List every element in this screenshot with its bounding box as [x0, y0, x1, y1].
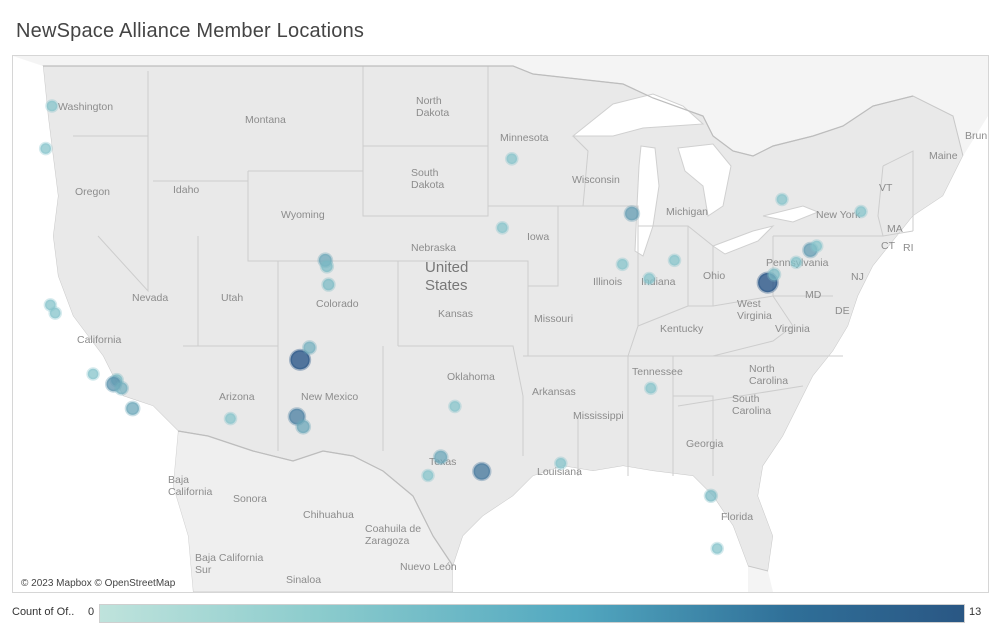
label-kentucky: Kentucky: [660, 323, 704, 335]
location-marker[interactable]: [223, 411, 238, 426]
location-marker[interactable]: [48, 306, 63, 320]
location-marker[interactable]: [124, 400, 141, 417]
label-virginia: Virginia: [775, 323, 810, 335]
label-georgia: Georgia: [686, 438, 724, 450]
label-wyoming: Wyoming: [281, 209, 325, 221]
label-utah: Utah: [221, 292, 243, 304]
location-marker[interactable]: [505, 152, 519, 166]
label-idaho: Idaho: [173, 184, 199, 196]
location-marker[interactable]: [495, 221, 510, 235]
location-marker[interactable]: [766, 267, 782, 282]
location-marker[interactable]: [554, 456, 568, 471]
location-marker[interactable]: [775, 192, 789, 207]
label-oklahoma: Oklahoma: [447, 371, 495, 383]
label-ct: CT: [881, 240, 896, 252]
label-kansas: Kansas: [438, 308, 473, 320]
location-marker[interactable]: [710, 541, 725, 556]
label-michigan: Michigan: [666, 206, 708, 218]
label-ma: MA: [887, 223, 903, 235]
location-marker[interactable]: [854, 204, 868, 219]
label-tennessee: Tennessee: [632, 366, 683, 378]
location-marker[interactable]: [114, 380, 129, 396]
location-marker[interactable]: [623, 205, 641, 222]
location-marker[interactable]: [703, 488, 719, 503]
map-attribution[interactable]: © 2023 Mapbox © OpenStreetMap: [19, 578, 178, 589]
location-marker[interactable]: [295, 418, 312, 435]
location-marker[interactable]: [615, 257, 630, 272]
label-california: California: [77, 334, 122, 346]
label-arkansas: Arkansas: [532, 386, 576, 398]
label-nebraska: Nebraska: [411, 242, 456, 254]
label-ohio: Ohio: [703, 270, 725, 282]
location-marker[interactable]: [644, 381, 658, 396]
label-chihuahua: Chihuahua: [303, 509, 354, 521]
label-washington: Washington: [58, 101, 113, 113]
location-marker[interactable]: [448, 399, 462, 414]
label-minnesota: Minnesota: [500, 132, 549, 144]
label-sonora: Sonora: [233, 493, 267, 505]
label-nevada: Nevada: [132, 292, 168, 304]
location-marker[interactable]: [86, 367, 100, 381]
label-ri: RI: [903, 242, 914, 254]
page-title: NewSpace Alliance Member Locations: [16, 20, 365, 42]
label-brun: Brun: [965, 130, 987, 142]
label-oregon: Oregon: [75, 186, 110, 198]
location-marker[interactable]: [321, 277, 336, 292]
location-marker[interactable]: [45, 99, 59, 113]
location-marker[interactable]: [319, 259, 335, 274]
label-mississippi: Mississippi: [573, 410, 624, 422]
label-iowa: Iowa: [527, 231, 549, 243]
location-marker[interactable]: [809, 239, 824, 253]
label-sinaloa: Sinaloa: [286, 574, 321, 586]
label-missouri: Missouri: [534, 313, 573, 325]
label-montana: Montana: [245, 114, 286, 126]
location-marker[interactable]: [432, 449, 449, 466]
label-de: DE: [835, 305, 850, 317]
map-canvas[interactable]: Washington Oregon Idaho Montana Wyoming Nevad…: [12, 55, 989, 593]
label-united-states: United States: [425, 259, 468, 294]
legend-color-ramp: [99, 604, 965, 623]
location-marker[interactable]: [421, 468, 435, 483]
location-marker[interactable]: [38, 141, 53, 156]
location-marker[interactable]: [642, 271, 657, 286]
location-marker[interactable]: [472, 461, 492, 482]
legend-title: Count of Of..: [12, 606, 75, 618]
location-marker[interactable]: [302, 340, 317, 356]
label-arizona: Arizona: [219, 391, 255, 403]
label-maine: Maine: [929, 150, 958, 162]
label-colorado: Colorado: [316, 298, 359, 310]
label-nj: NJ: [851, 271, 864, 283]
legend-max-value: 13: [969, 606, 982, 618]
label-new-mexico: New Mexico: [301, 391, 358, 403]
location-marker[interactable]: [789, 255, 804, 270]
legend-min-value: 0: [88, 606, 95, 618]
label-vt: VT: [879, 182, 893, 194]
location-marker[interactable]: [667, 253, 682, 268]
label-md: MD: [805, 289, 822, 301]
label-wisconsin: Wisconsin: [572, 174, 620, 186]
label-nuevo-leon: Nuevo León: [400, 561, 457, 573]
label-illinois: Illinois: [593, 276, 622, 288]
label-florida: Florida: [721, 511, 753, 523]
map-svg[interactable]: Washington Oregon Idaho Montana Wyoming Nevad…: [13, 56, 988, 592]
